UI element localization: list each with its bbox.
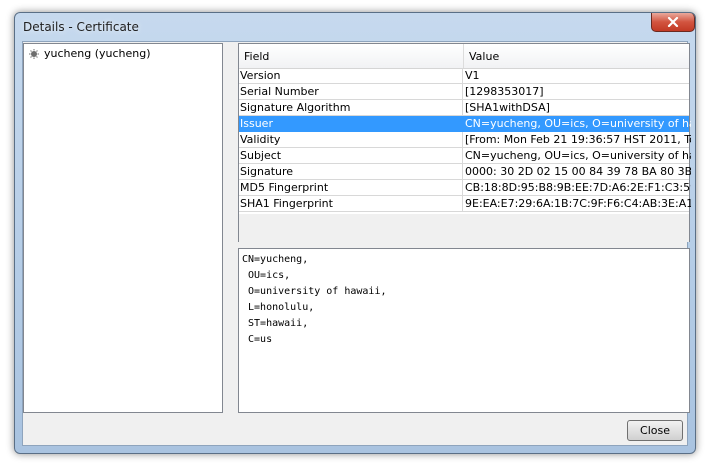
tree-item-certificate[interactable]: yucheng (yucheng) <box>28 47 151 60</box>
title-bar[interactable]: Details - Certificate <box>15 13 695 41</box>
detail-line: CN=yucheng, <box>242 254 309 265</box>
value-cell: CN=yucheng, OU=ics, O=university of ha..… <box>465 149 691 162</box>
table-row[interactable]: Serial Number [1298353017] <box>239 84 689 100</box>
value-cell: V1 <box>465 69 480 82</box>
table-body: Version V1 Serial Number [1298353017] Si… <box>239 68 691 212</box>
certificate-tree[interactable]: yucheng (yucheng) <box>23 43 223 413</box>
certificate-fields-table[interactable]: Field Value Version V1 Serial Number [12… <box>238 43 691 242</box>
field-cell: MD5 Fingerprint <box>239 180 463 195</box>
dialog-content: yucheng (yucheng) Field Value Version V1… <box>22 41 691 446</box>
table-row[interactable]: Validity [From: Mon Feb 21 19:36:57 HST … <box>239 132 691 148</box>
detail-line: L=honolulu, <box>242 302 315 313</box>
table-row[interactable]: Signature 0000: 30 2D 02 15 00 84 39 78 … <box>239 164 691 180</box>
field-cell: SHA1 Fingerprint <box>239 196 463 211</box>
table-row[interactable]: Subject CN=yucheng, OU=ics, O=university… <box>239 148 691 164</box>
value-cell: CN=yucheng, OU=ics, O=university of ha..… <box>465 117 691 130</box>
window-close-button[interactable] <box>651 13 695 32</box>
field-cell: Issuer <box>239 116 463 131</box>
detail-line: ST=hawaii, <box>242 318 309 329</box>
table-row[interactable]: SHA1 Fingerprint 9E:EA:E7:29:6A:1B:7C:9F… <box>239 196 691 212</box>
close-button[interactable]: Close <box>627 420 683 441</box>
detail-line: C=us <box>242 334 273 345</box>
field-cell: Validity <box>239 132 463 147</box>
table-row[interactable]: Version V1 <box>239 68 689 84</box>
value-cell: 0000: 30 2D 02 15 00 84 39 78 BA 80 3B 7… <box>465 165 691 178</box>
close-icon <box>667 17 679 27</box>
table-row[interactable]: Signature Algorithm [SHA1withDSA] <box>239 100 689 116</box>
detail-line: O=university of hawaii, <box>242 286 387 297</box>
column-header-value[interactable]: Value <box>464 44 690 68</box>
field-cell: Signature <box>239 164 463 179</box>
field-cell: Signature Algorithm <box>239 100 463 115</box>
field-cell: Subject <box>239 148 463 163</box>
certificate-node-icon <box>29 48 39 59</box>
field-cell: Version <box>239 68 463 83</box>
column-header-field[interactable]: Field <box>239 44 464 68</box>
tree-item-label: yucheng (yucheng) <box>44 47 151 60</box>
table-header: Field Value <box>239 44 689 69</box>
table-row[interactable]: MD5 Fingerprint CB:18:8D:95:B8:9B:EE:7D:… <box>239 180 691 196</box>
window-title: Details - Certificate <box>23 20 139 34</box>
value-cell: 9E:EA:E7:29:6A:1B:7C:9F:F6:C4:AB:3E:A1..… <box>465 197 691 210</box>
table-row-selected[interactable]: Issuer CN=yucheng, OU=ics, O=university … <box>239 116 691 132</box>
certificate-details-window: Details - Certificate yucheng (yucheng) … <box>14 12 696 454</box>
table-empty-area <box>239 214 689 242</box>
field-detail-textarea[interactable]: CN=yucheng, OU=ics, O=university of hawa… <box>238 248 690 413</box>
value-cell: CB:18:8D:95:B8:9B:EE:7D:A6:2E:F1:C3:59..… <box>465 181 691 194</box>
value-cell: [1298353017] <box>465 85 544 98</box>
detail-line: OU=ics, <box>242 270 291 281</box>
value-cell: [SHA1withDSA] <box>465 101 550 114</box>
value-cell: [From: Mon Feb 21 19:36:57 HST 2011, To:… <box>465 133 691 146</box>
field-cell: Serial Number <box>239 84 463 99</box>
